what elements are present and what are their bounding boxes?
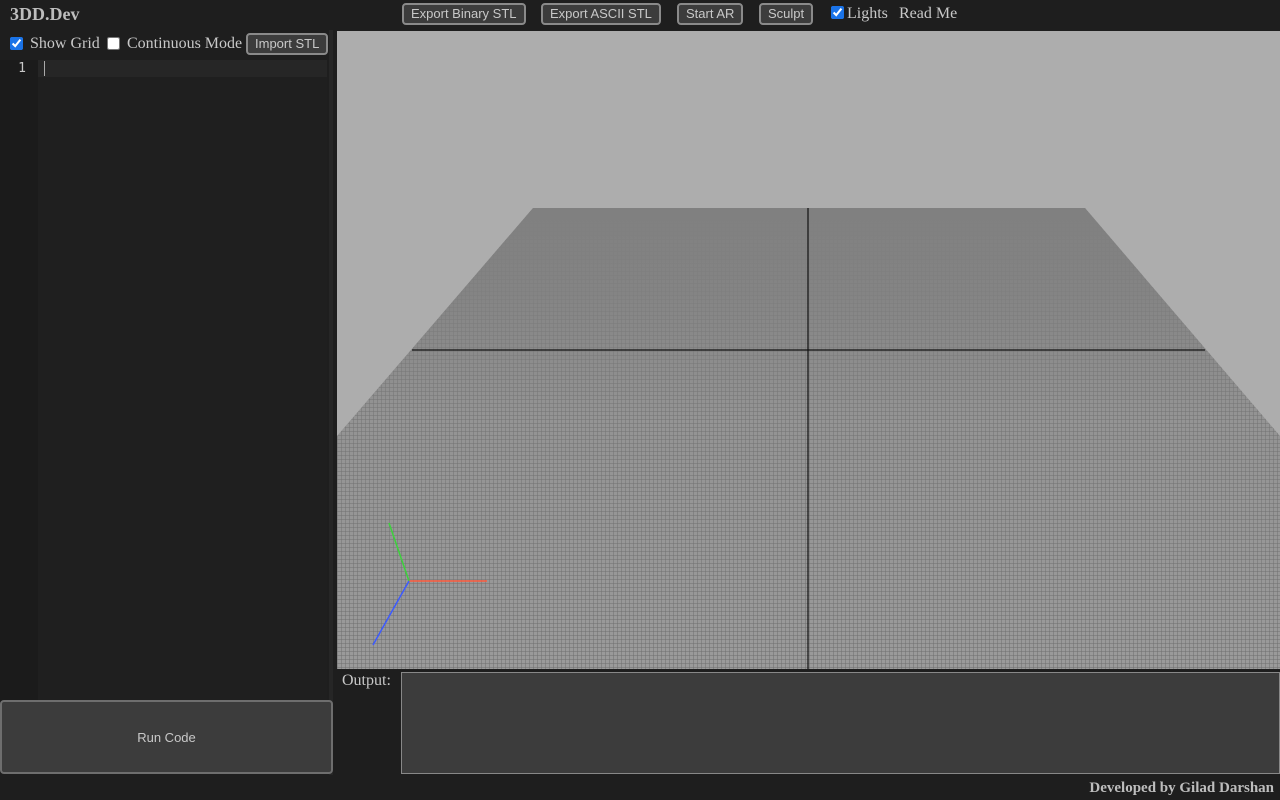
developer-credit: Developed by Gilad Darshan xyxy=(1089,780,1274,796)
code-editor[interactable]: 1 xyxy=(0,60,327,725)
active-line[interactable] xyxy=(38,60,327,77)
show-grid-label: Show Grid xyxy=(30,35,100,52)
output-panel: Output: xyxy=(337,669,1280,775)
lights-label: Lights xyxy=(847,5,888,22)
scene-canvas[interactable] xyxy=(337,31,1280,669)
line-number-gutter: 1 xyxy=(0,60,38,725)
read-me-link[interactable]: Read Me xyxy=(899,5,957,23)
export-binary-stl-button[interactable]: Export Binary STL xyxy=(402,3,526,25)
continuous-mode-label: Continuous Mode xyxy=(127,35,243,52)
lights-checkbox[interactable] xyxy=(831,6,844,19)
footer: Developed by Gilad Darshan xyxy=(0,775,1280,800)
start-ar-button[interactable]: Start AR xyxy=(677,3,744,25)
app-title: 3DD.Dev xyxy=(10,4,80,24)
export-ascii-stl-button[interactable]: Export ASCII STL xyxy=(541,3,661,25)
output-box[interactable] xyxy=(401,672,1280,774)
show-grid-checkbox[interactable] xyxy=(10,37,23,50)
run-code-button[interactable]: Run Code xyxy=(0,700,333,774)
sculpt-button[interactable]: Sculpt xyxy=(759,3,814,25)
top-bar: 3DD.Dev Export Binary STL Export ASCII S… xyxy=(0,0,1280,30)
output-label: Output: xyxy=(342,672,391,689)
line-number: 1 xyxy=(18,61,26,76)
import-stl-button[interactable]: Import STL xyxy=(246,33,329,55)
3d-viewport[interactable] xyxy=(337,31,1280,669)
text-cursor xyxy=(44,61,45,76)
continuous-mode-checkbox[interactable] xyxy=(107,37,120,50)
left-panel: Show Grid Continuous Mode Import STL 1 R… xyxy=(0,30,333,775)
panel-divider[interactable] xyxy=(329,30,333,775)
